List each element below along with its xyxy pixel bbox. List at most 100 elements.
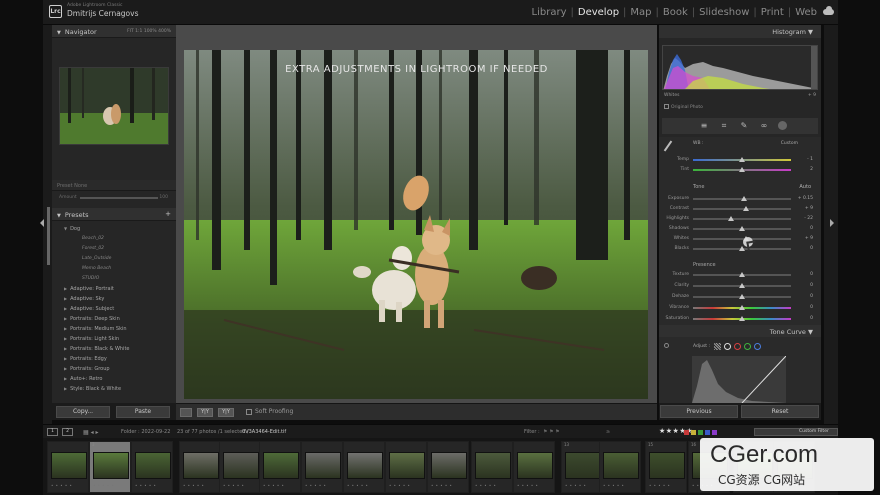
slider-knob[interactable]: [739, 167, 745, 172]
slider-knob[interactable]: [742, 206, 749, 211]
slider-track[interactable]: [693, 206, 791, 211]
red-eye-icon[interactable]: ∞: [760, 122, 768, 130]
slider-value[interactable]: - 1: [791, 156, 813, 164]
slider-knob[interactable]: [739, 294, 745, 299]
folder-label[interactable]: Folder : 2022-09-22: [121, 429, 170, 435]
slider-track[interactable]: [693, 216, 791, 221]
preset-group[interactable]: ▶ Adaptive: Sky: [52, 294, 176, 304]
blue-channel-icon[interactable]: [754, 343, 761, 350]
preset-item[interactable]: Memo Beach: [52, 264, 176, 274]
module-map[interactable]: Map: [627, 7, 654, 18]
slider-value[interactable]: - 22: [791, 215, 813, 223]
slider-track[interactable]: [693, 236, 791, 241]
slider-knob[interactable]: [739, 316, 745, 321]
purple-label-filter-icon[interactable]: [712, 430, 717, 435]
slider-knob[interactable]: [728, 216, 735, 221]
slider-track[interactable]: [693, 226, 791, 231]
copy-button[interactable]: Copy...: [56, 406, 110, 418]
masking-icon[interactable]: [778, 121, 787, 130]
filmstrip-thumbnail[interactable]: • • • • •: [599, 441, 641, 493]
yellow-label-filter-icon[interactable]: [691, 430, 696, 435]
secondary-display-button[interactable]: 2: [62, 428, 73, 436]
left-panel-toggle-icon[interactable]: [40, 219, 44, 227]
white-balance-eyedropper-icon[interactable]: [663, 140, 673, 152]
previous-button[interactable]: Previous: [660, 405, 738, 418]
preset-group[interactable]: ▶ Portraits: Edgy: [52, 354, 176, 364]
preset-group[interactable]: ▶ Portraits: Group: [52, 364, 176, 374]
slider-knob[interactable]: [739, 305, 745, 310]
soft-proofing-checkbox[interactable]: [246, 408, 252, 415]
filmstrip-thumbnail[interactable]: • • • • •: [343, 441, 385, 493]
slider-track[interactable]: [693, 305, 791, 310]
parametric-curve-icon[interactable]: [714, 343, 721, 350]
module-book[interactable]: Book: [660, 7, 691, 18]
slider-knob[interactable]: [739, 246, 745, 251]
preset-group[interactable]: ▶ Style: Black & White: [52, 384, 176, 394]
soft-proofing-toggle[interactable]: Soft Proofing: [246, 408, 293, 415]
filmstrip-thumbnail[interactable]: 15 • • • • •: [645, 441, 687, 493]
navigator-zoom-options[interactable]: FIT 1:1 100% 400%: [127, 29, 171, 34]
before-after-icon[interactable]: Y|Y: [197, 408, 213, 417]
slider-knob[interactable]: [739, 283, 745, 288]
preset-item[interactable]: STUDIO: [52, 274, 176, 284]
preset-group[interactable]: ▶ Portraits: Light Skin: [52, 334, 176, 344]
filmstrip-thumbnail[interactable]: • • • • •: [131, 441, 173, 493]
slider-value[interactable]: 0: [791, 315, 813, 323]
red-label-filter-icon[interactable]: [684, 430, 689, 435]
module-web[interactable]: Web: [792, 7, 820, 18]
module-library[interactable]: Library: [529, 7, 570, 18]
slider-value[interactable]: + 9: [791, 205, 813, 213]
tone-curve-graph[interactable]: [692, 356, 786, 403]
original-photo-toggle[interactable]: Original Photo: [664, 104, 703, 110]
slider-track[interactable]: [693, 272, 791, 277]
navigator-preview[interactable]: [59, 67, 169, 145]
navigator-header[interactable]: ▼ Navigator FIT 1:1 100% 400%: [52, 25, 176, 38]
preset-item[interactable]: Beach_02: [52, 234, 176, 244]
slider-value[interactable]: 0: [791, 245, 813, 253]
loupe-view-icon[interactable]: [180, 408, 192, 417]
filmstrip-thumbnail[interactable]: • • • • •: [179, 441, 221, 493]
slider-track[interactable]: [693, 316, 791, 321]
wb-preset-select[interactable]: Custom: [781, 141, 798, 146]
filmstrip-thumbnail[interactable]: • • • • •: [385, 441, 427, 493]
primary-display-button[interactable]: 1: [47, 428, 58, 436]
presets-header[interactable]: ▼ Presets +: [52, 208, 176, 221]
custom-filter-select[interactable]: Custom Filter: [754, 428, 838, 436]
blue-label-filter-icon[interactable]: [705, 430, 710, 435]
filmstrip-thumbnail[interactable]: • • • • •: [471, 441, 513, 493]
preset-item[interactable]: Late_Outside: [52, 254, 176, 264]
module-slideshow[interactable]: Slideshow: [696, 7, 752, 18]
preset-group[interactable]: ▶ Adaptive: Subject: [52, 304, 176, 314]
filmstrip-thumbnail[interactable]: 13 • • • • •: [561, 441, 603, 493]
slider-value[interactable]: 0: [791, 304, 813, 312]
preset-group[interactable]: ▶ Adaptive: Portrait: [52, 284, 176, 294]
green-channel-icon[interactable]: [744, 343, 751, 350]
paste-button[interactable]: Paste: [116, 406, 170, 418]
image-canvas[interactable]: EXTRA ADJUSTMENTS IN LIGHTROOM IF NEEDED: [176, 25, 657, 403]
histogram-graph[interactable]: [662, 45, 818, 90]
filmstrip-thumbnail[interactable]: • • • • •: [427, 441, 469, 493]
tone-auto-button[interactable]: Auto: [799, 184, 811, 190]
red-channel-icon[interactable]: [734, 343, 741, 350]
preset-group[interactable]: ▼ Dog: [52, 224, 176, 234]
green-label-filter-icon[interactable]: [698, 430, 703, 435]
left-scrollbar[interactable]: [47, 207, 50, 265]
module-develop[interactable]: Develop: [575, 7, 622, 18]
before-after-swap-icon[interactable]: Y|Y: [218, 408, 234, 417]
slider-value[interactable]: + 0.15: [791, 195, 813, 203]
slider-value[interactable]: + 9: [791, 235, 813, 243]
slider-track[interactable]: [693, 157, 791, 162]
flag-filter-icons[interactable]: ⚑ ⚑ ⚑: [543, 429, 560, 435]
slider-value[interactable]: 2: [791, 166, 813, 174]
grid-view-icon[interactable]: ▦ ◂ ▸: [83, 429, 99, 436]
slider-knob[interactable]: [740, 196, 747, 201]
rating-operator-icon[interactable]: ≥: [606, 429, 610, 435]
slider-value[interactable]: 0: [791, 293, 813, 301]
filmstrip-thumbnail[interactable]: • • • • •: [513, 441, 555, 493]
crop-icon[interactable]: ⌗: [720, 122, 728, 130]
slider-knob[interactable]: [739, 226, 745, 231]
add-preset-icon[interactable]: +: [165, 210, 171, 218]
preset-group[interactable]: ▶ Portraits: Medium Skin: [52, 324, 176, 334]
slider-track[interactable]: [693, 294, 791, 299]
slider-value[interactable]: 0: [791, 282, 813, 290]
